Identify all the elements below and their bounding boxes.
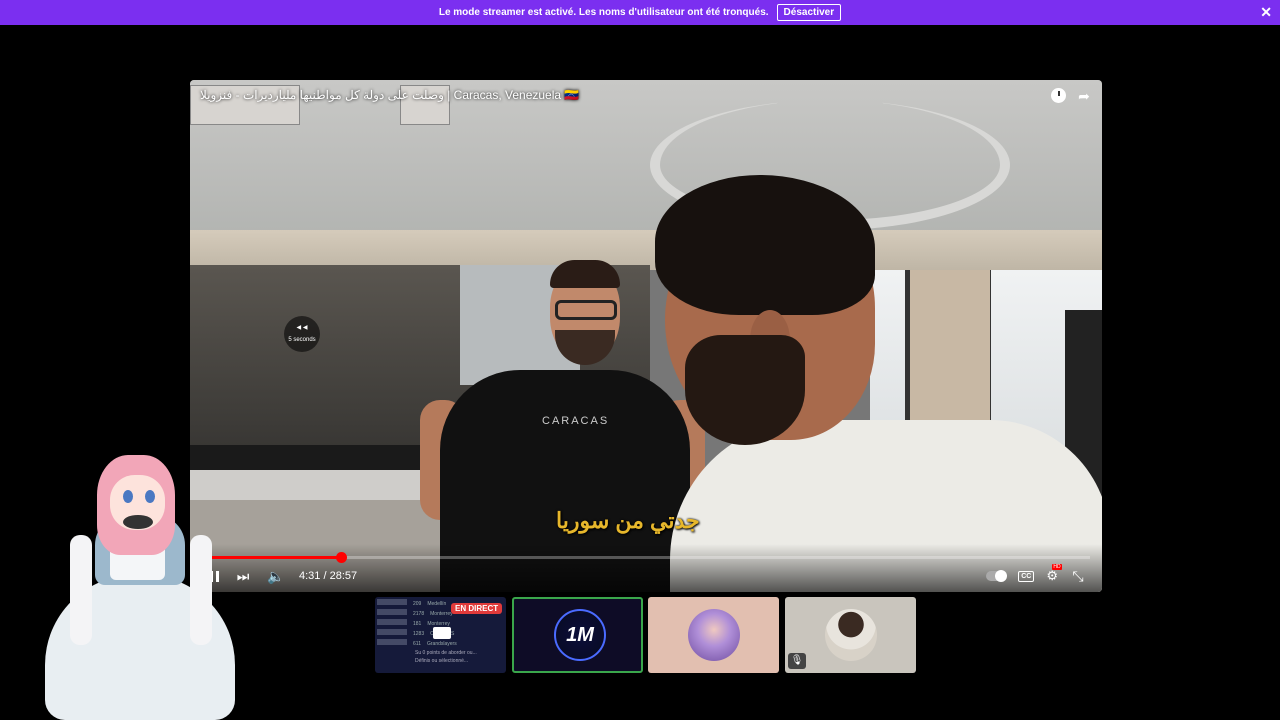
close-icon[interactable]: ✕	[1260, 4, 1272, 21]
mini-footer: Su 0 points de aborder ou... Définis ou …	[415, 650, 477, 664]
vtuber-avatar	[15, 455, 240, 720]
avatar	[688, 609, 740, 661]
autoplay-toggle-icon[interactable]	[986, 570, 1008, 582]
caption-text: جدتي من سوريا	[556, 508, 700, 533]
screen-share-icon	[433, 627, 451, 639]
hd-badge: HD	[1052, 564, 1062, 570]
participant-tile-user[interactable]: 🎙	[785, 597, 916, 673]
participant-tile-1m[interactable]: 1M	[512, 597, 643, 673]
progress-scrubber[interactable]	[335, 552, 347, 563]
cc-icon[interactable]: CC	[1018, 570, 1035, 582]
channel-logo: 1M	[554, 609, 606, 661]
leaderboard-row: 209 Medellín	[377, 599, 457, 609]
video-title[interactable]: وصلت على دولة كل مواطنيها مليارديرات - ف…	[200, 88, 579, 102]
volume-icon[interactable]: 🔈	[267, 568, 284, 584]
progress-bar[interactable]	[202, 552, 1090, 563]
live-badge: EN DIRECT	[451, 603, 503, 614]
participant-tile-stream[interactable]: 209 Medellín 2178 Monterrey 181 Monterrey 1283…	[375, 597, 506, 673]
avatar	[825, 609, 877, 661]
settings-icon[interactable]: ⚙ HD	[1046, 564, 1062, 584]
skip-hint-text: 5 seconds	[288, 337, 316, 343]
banner-message: Le mode streamer est activé. Les noms d'…	[438, 7, 769, 18]
leaderboard-row: 611 Grandslayers	[377, 639, 457, 649]
deactivate-button[interactable]: Désactiver	[776, 4, 842, 21]
microphone-muted-icon: 🎙	[788, 653, 806, 669]
video-player[interactable]: CARACAS وصلت على دولة كل مواطنيها مليارد…	[190, 80, 1102, 592]
shirt-text: CARACAS	[542, 415, 610, 427]
streamer-mode-banner: Le mode streamer est activé. Les noms d'…	[0, 0, 1280, 25]
player-controls: ⏭ 🔈 4:31 / 28:57 CC ⚙ HD ⤡	[190, 544, 1102, 592]
mini-leaderboard: 209 Medellín 2178 Monterrey 181 Monterrey 1283…	[377, 599, 457, 649]
seek-back-overlay: ◀ ◀ 5 seconds	[284, 316, 320, 352]
participant-tile-avatar[interactable]	[648, 597, 779, 673]
leaderboard-row: 2178 Monterrey	[377, 609, 457, 619]
fullscreen-exit-icon[interactable]: ⤡	[1070, 568, 1086, 584]
time-display: 4:31 / 28:57	[299, 570, 358, 582]
share-icon[interactable]: ➦	[1076, 88, 1092, 104]
watch-later-clock-icon[interactable]	[1051, 88, 1066, 103]
